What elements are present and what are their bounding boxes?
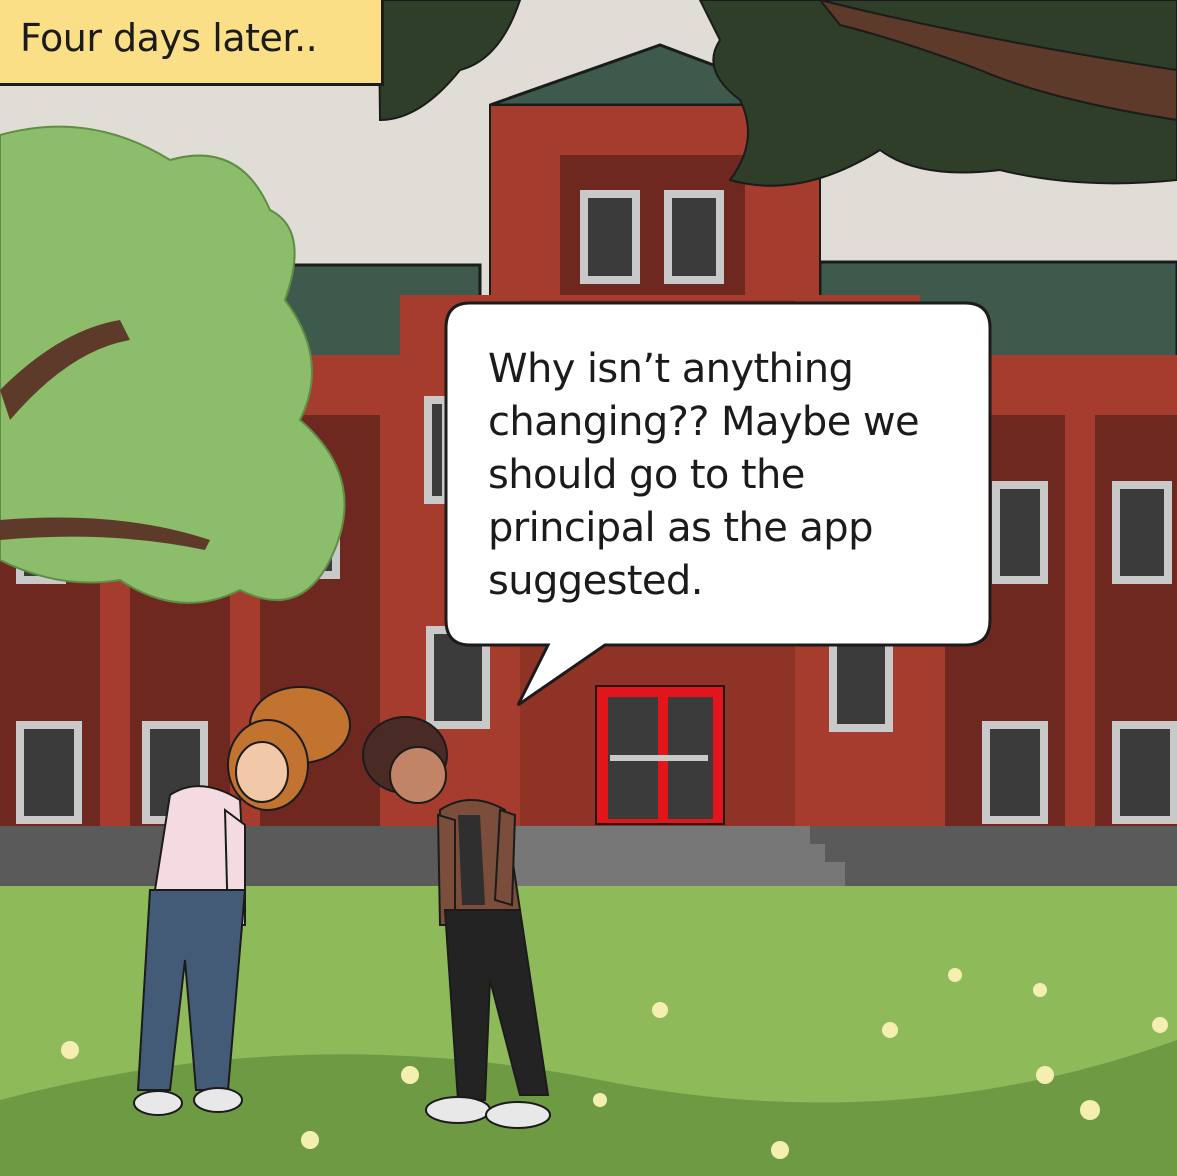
speech-bubble-text: Why isn’t anything changing?? Maybe we s…: [488, 346, 920, 604]
front-steps: [490, 826, 845, 886]
caption-box: Four days later..: [0, 0, 384, 86]
front-doors: [595, 685, 725, 825]
caption-text: Four days later..: [20, 16, 318, 60]
